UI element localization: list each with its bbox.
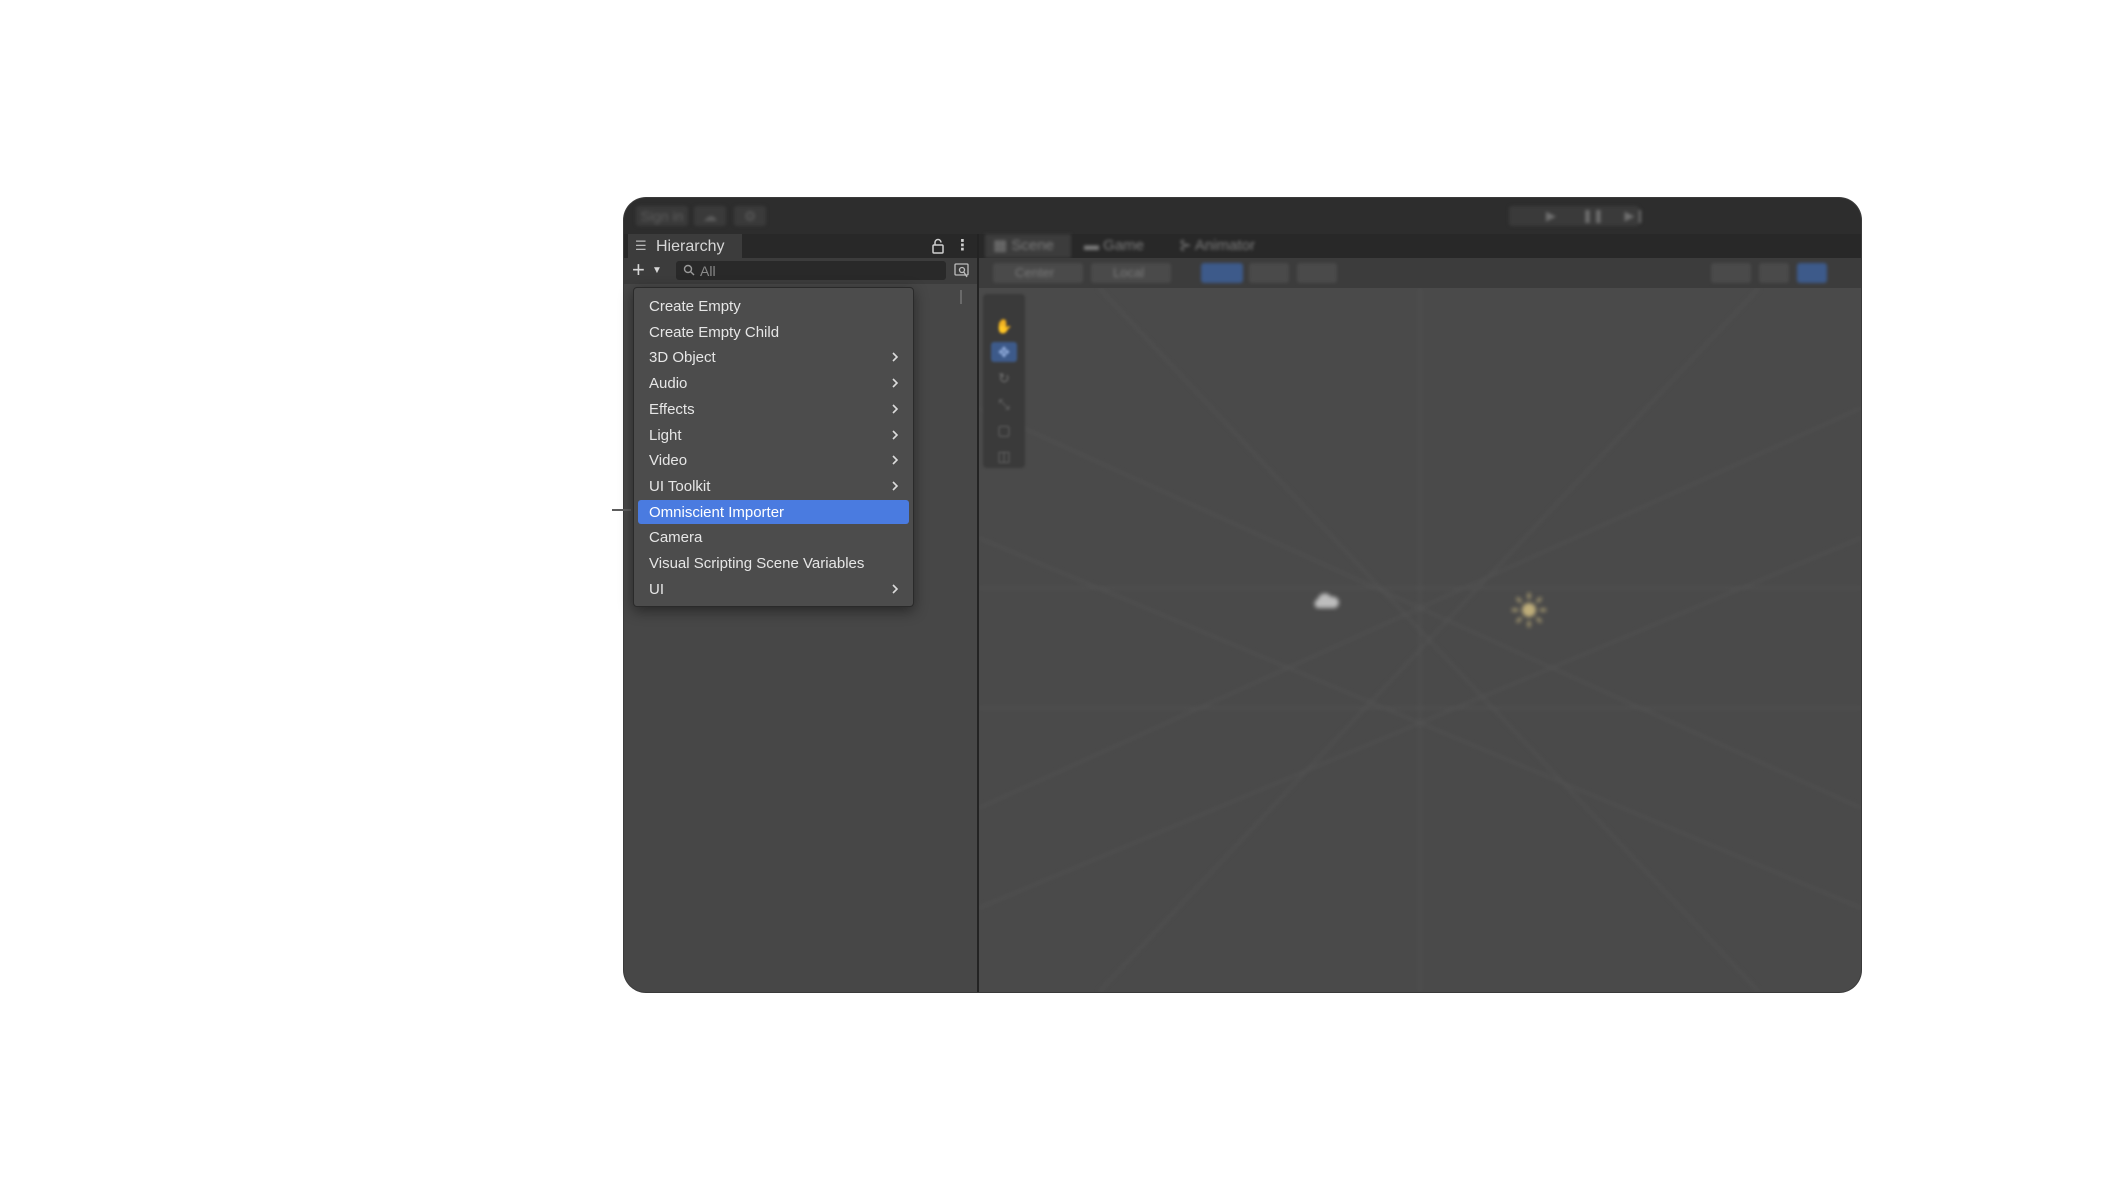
search-field [676, 261, 946, 280]
draw-mode-button[interactable] [1711, 263, 1751, 283]
tab-hierarchy[interactable]: ☰ Hierarchy [628, 234, 742, 258]
caret-down-icon: ▼ [652, 265, 662, 276]
step-icon: ▶❙ [1624, 208, 1646, 223]
tab-game[interactable]: ▬ Game [1084, 234, 1164, 258]
scene-grid [979, 288, 1861, 992]
rect-tool[interactable]: ▢ [991, 420, 1017, 440]
sign-in-button[interactable]: Sign in [636, 206, 688, 226]
step-button[interactable]: ▶❙ [1595, 206, 1646, 226]
tab-game-label: Game [1103, 237, 1145, 254]
menu-item-3d-object[interactable]: 3D Object [638, 345, 909, 369]
services-icon: ⚙ [743, 208, 757, 224]
scene-viewport[interactable]: ✋ ✥ ↻ ⤡ ▢ ◫ [979, 288, 1861, 992]
menu-item-effects[interactable]: Effects [638, 397, 909, 421]
snap-increment-button[interactable] [1249, 263, 1289, 283]
menu-item-label: Effects [649, 400, 695, 418]
menu-item-ui[interactable]: UI [638, 577, 909, 601]
menu-item-light[interactable]: Light [638, 423, 909, 447]
chevron-right-icon [892, 352, 899, 362]
tool-palette: ✋ ✥ ↻ ⤡ ▢ ◫ [983, 294, 1025, 468]
menu-item-label: UI [649, 580, 664, 598]
menu-item-label: Create Empty Child [649, 323, 780, 341]
kebab-menu-icon[interactable]: ⋮ [955, 236, 970, 254]
hierarchy-scrollbar[interactable] [960, 290, 962, 304]
animator-icon: ⊱ [1179, 237, 1192, 254]
hierarchy-title: Hierarchy [656, 238, 725, 255]
menu-item-label: 3D Object [649, 349, 716, 367]
menu-item-label: Audio [649, 375, 688, 393]
menu-item-omniscient-importer[interactable]: Omniscient Importer [638, 499, 909, 524]
menu-item-label: Video [649, 452, 688, 470]
menu-item-audio[interactable]: Audio [638, 371, 909, 395]
lock-icon[interactable] [930, 237, 946, 255]
lighting-toggle-button[interactable] [1797, 263, 1827, 283]
chevron-right-icon [892, 404, 899, 414]
menu-item-label: Light [649, 426, 682, 444]
plus-icon: + [632, 257, 645, 282]
transform-tool[interactable]: ◫ [991, 446, 1017, 466]
pause-button[interactable]: ❚❚ [1553, 206, 1604, 226]
main-toolbar: Sign in ☁ ⚙ ▶ ❚❚ ▶❙ [624, 198, 1861, 234]
hierarchy-toolbar: + ▼ [624, 257, 977, 284]
play-controls: ▶ ❚❚ ▶❙ [1509, 206, 1646, 226]
pivot-center-button[interactable]: Center [993, 263, 1083, 283]
search-filter-icon[interactable] [953, 262, 971, 280]
menu-item-label: UI Toolkit [649, 477, 711, 495]
chevron-right-icon [892, 481, 899, 491]
gamepad-icon: ▬ [1084, 237, 1099, 254]
add-object-button[interactable]: + ▼ [630, 257, 666, 282]
search-icon [683, 264, 695, 276]
menu-item-create-empty[interactable]: Create Empty [638, 294, 909, 318]
chevron-right-icon [892, 584, 899, 594]
rotate-tool[interactable]: ↻ [991, 368, 1017, 388]
space-local-button[interactable]: Local [1091, 263, 1171, 283]
create-context-menu: Create Empty Create Empty Child 3D Object A… [633, 287, 914, 607]
chevron-right-icon [892, 429, 899, 440]
search-input[interactable] [700, 262, 940, 279]
chevron-right-icon [892, 455, 899, 465]
chevron-right-icon [892, 378, 899, 388]
menu-item-create-empty-child[interactable]: Create Empty Child [638, 320, 909, 344]
scene-tab-bar: ▦ Scene ▬ Game ⊱ Animator [979, 234, 1861, 258]
tab-animator[interactable]: ⊱ Animator [1179, 234, 1279, 258]
scene-icon: ▦ [993, 237, 1008, 254]
cloud-button[interactable]: ☁ [694, 206, 726, 226]
gizmo-toggle-button[interactable] [1297, 263, 1337, 283]
move-tool[interactable]: ✥ [991, 342, 1017, 362]
2d-toggle-button[interactable] [1759, 263, 1789, 283]
menu-item-video[interactable]: Video [638, 448, 909, 472]
menu-item-label: Create Empty [649, 298, 741, 315]
sun-icon[interactable] [1509, 590, 1549, 630]
hand-tool[interactable]: ✋ [991, 316, 1017, 336]
cloud-icon[interactable] [1311, 590, 1341, 612]
menu-item-ui-toolkit[interactable]: UI Toolkit [638, 474, 909, 498]
tab-scene[interactable]: ▦ Scene [985, 234, 1071, 258]
cloud-icon: ☁ [703, 208, 717, 224]
menu-item-visual-scripting-scene-variables[interactable]: Visual Scripting Scene Variables [638, 551, 909, 575]
menu-item-label: Camera [649, 529, 703, 547]
scene-toolbar: Center Local [979, 258, 1861, 288]
services-button[interactable]: ⚙ [734, 206, 766, 226]
play-button[interactable]: ▶ [1511, 206, 1556, 226]
callout-line [612, 509, 631, 511]
hierarchy-tab-bar: ☰ Hierarchy ⋮ [624, 234, 977, 258]
hierarchy-list-icon: ☰ [635, 238, 647, 253]
tab-animator-label: Animator [1194, 237, 1255, 254]
scale-tool[interactable]: ⤡ [991, 394, 1017, 414]
tab-scene-label: Scene [1011, 237, 1054, 254]
menu-item-label: Visual Scripting Scene Variables [649, 555, 865, 572]
grid-snap-button[interactable] [1201, 263, 1243, 283]
menu-item-label: Omniscient Importer [649, 503, 785, 521]
menu-item-camera[interactable]: Camera [638, 525, 909, 549]
